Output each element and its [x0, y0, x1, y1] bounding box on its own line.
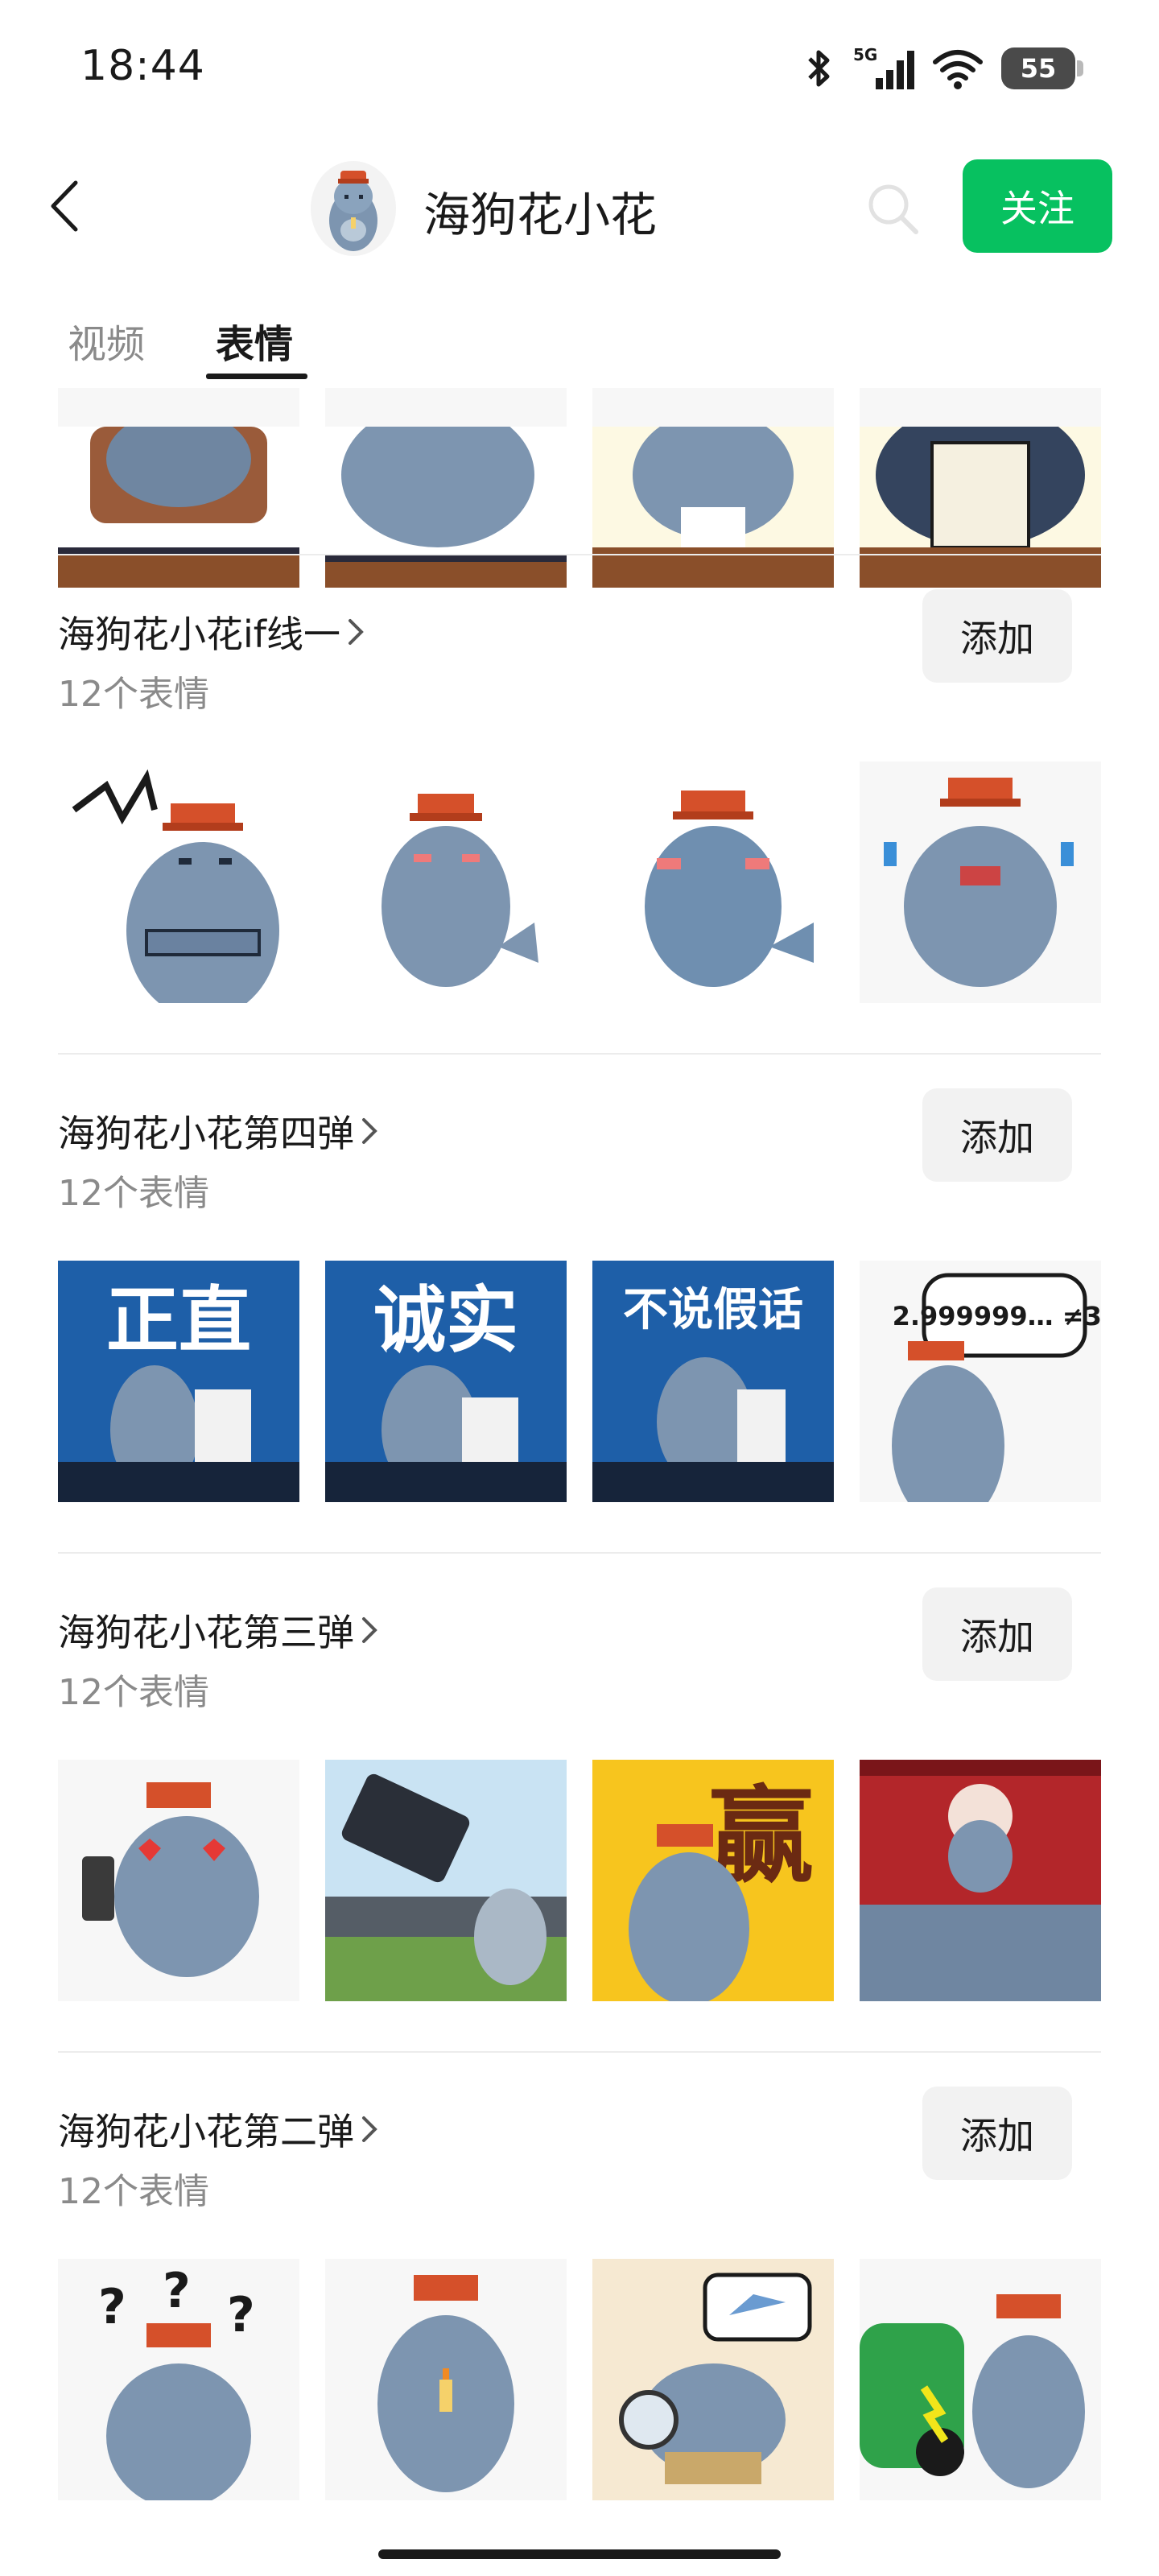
sticker-pack-header[interactable]: 海狗花小花if线一 12个表情 添加: [58, 589, 1101, 750]
sticker-thumbnail[interactable]: 正直: [58, 1261, 299, 1502]
home-indicator[interactable]: [378, 2549, 781, 2559]
sticker-pack-list: 海狗花小花if线一 12个表情 添加 海狗花小花第四弹 12个表情 添加 正直 …: [0, 388, 1159, 2529]
tab-bar: 视频 表情: [0, 301, 1159, 382]
section-divider: [58, 1552, 1101, 1554]
pack-title-text: 海狗花小花第二弹: [58, 2110, 354, 2153]
sticker-thumbnail[interactable]: [592, 388, 834, 588]
status-bar: 18:44 5G 55: [0, 0, 1159, 142]
sticker-caption: 不说假话: [623, 1284, 803, 1336]
sticker-caption: 2.999999… ≠3?: [893, 1301, 1101, 1331]
section-divider: [58, 554, 1101, 555]
add-pack-button[interactable]: 添加: [922, 1587, 1072, 1681]
pack-sticker-count: 12个表情: [58, 674, 209, 715]
chevron-right-icon: [362, 1118, 377, 1144]
pack-title[interactable]: 海狗花小花第四弹: [58, 1104, 380, 1158]
pack-title[interactable]: 海狗花小花第三弹: [58, 1604, 380, 1657]
sticker-thumbnail[interactable]: [592, 2259, 834, 2500]
svg-text:?: ?: [227, 2287, 255, 2343]
sticker-thumbnail[interactable]: [860, 2259, 1101, 2500]
search-icon[interactable]: [861, 177, 926, 242]
tab-videos[interactable]: 视频: [68, 312, 145, 369]
battery-level: 55: [1020, 53, 1057, 84]
pack-sticker-count: 12个表情: [58, 1173, 209, 1214]
section-divider: [58, 2051, 1101, 2053]
sticker-thumbnail[interactable]: [325, 2259, 567, 2500]
pack-sticker-count: 12个表情: [58, 2171, 209, 2212]
status-icons: 5G 55: [803, 40, 1083, 97]
sticker-pack-header[interactable]: 海狗花小花第三弹 12个表情 添加: [58, 1587, 1101, 1748]
sticker-thumbnail[interactable]: [325, 762, 567, 1003]
pack-title-text: 海狗花小花第四弹: [58, 1112, 354, 1155]
pack-sticker-row: [58, 762, 1101, 1003]
sticker-thumbnail[interactable]: 不说假话: [592, 1261, 834, 1502]
pack-sticker-row: 赢: [58, 1760, 1101, 2001]
wifi-icon: [932, 47, 984, 89]
active-tab-indicator: [206, 374, 307, 379]
pack-title-text: 海狗花小花第三弹: [58, 1611, 354, 1654]
sticker-thumbnail[interactable]: 2.999999… ≠3?: [860, 1261, 1101, 1502]
battery-icon: 55: [1001, 47, 1083, 89]
status-time: 18:44: [80, 42, 205, 90]
sticker-thumbnail[interactable]: [325, 1760, 567, 2001]
sticker-thumbnail[interactable]: [860, 388, 1101, 588]
previous-pack-stickers: [58, 388, 1101, 588]
svg-text:?: ?: [98, 2279, 126, 2335]
sticker-thumbnail[interactable]: ? ? ?: [58, 2259, 299, 2500]
account-name: 海狗花小花: [423, 188, 658, 242]
pack-sticker-count: 12个表情: [58, 1672, 209, 1713]
chevron-right-icon: [348, 619, 364, 645]
pack-title-text: 海狗花小花if线一: [58, 613, 340, 656]
sticker-thumbnail[interactable]: [592, 762, 834, 1003]
sticker-thumbnail[interactable]: [58, 1760, 299, 2001]
pack-sticker-row: 正直 诚实 不说假话 2.999999… ≠3?: [58, 1261, 1101, 1502]
sticker-pack-header[interactable]: 海狗花小花第二弹 12个表情 添加: [58, 2087, 1101, 2248]
pack-title[interactable]: 海狗花小花if线一: [58, 605, 366, 658]
sticker-thumbnail[interactable]: [860, 762, 1101, 1003]
svg-text:?: ?: [163, 2263, 191, 2319]
sticker-thumbnail[interactable]: [58, 388, 299, 588]
sticker-thumbnail[interactable]: [325, 388, 567, 588]
section-divider: [58, 1053, 1101, 1055]
add-pack-button[interactable]: 添加: [922, 2087, 1072, 2180]
pack-title[interactable]: 海狗花小花第二弹: [58, 2103, 380, 2156]
follow-button[interactable]: 关注: [963, 159, 1112, 253]
sticker-thumbnail[interactable]: [860, 1760, 1101, 2001]
network-type-label: 5G: [853, 45, 877, 64]
sticker-thumbnail[interactable]: 赢: [592, 1760, 834, 2001]
navigation-bar: [0, 2529, 1159, 2576]
sticker-thumbnail[interactable]: [58, 762, 299, 1003]
sticker-pack-header[interactable]: 海狗花小花第四弹 12个表情 添加: [58, 1088, 1101, 1249]
pack-sticker-row: ? ? ?: [58, 2259, 1101, 2500]
bluetooth-icon: [803, 46, 835, 91]
add-pack-button[interactable]: 添加: [922, 589, 1072, 683]
add-pack-button[interactable]: 添加: [922, 1088, 1072, 1182]
tab-stickers[interactable]: 表情: [216, 312, 293, 369]
cellular-signal-icon: 5G: [853, 44, 914, 93]
back-button[interactable]: [32, 174, 97, 238]
chevron-left-icon: [51, 180, 78, 232]
avatar[interactable]: [311, 161, 396, 256]
chevron-right-icon: [362, 1617, 377, 1643]
header: 海狗花小花 关注: [0, 142, 1159, 270]
sticker-caption: 诚实: [373, 1278, 518, 1363]
sticker-thumbnail[interactable]: 诚实: [325, 1261, 567, 1502]
sticker-caption: 正直: [106, 1278, 251, 1363]
chevron-right-icon: [362, 2116, 377, 2142]
